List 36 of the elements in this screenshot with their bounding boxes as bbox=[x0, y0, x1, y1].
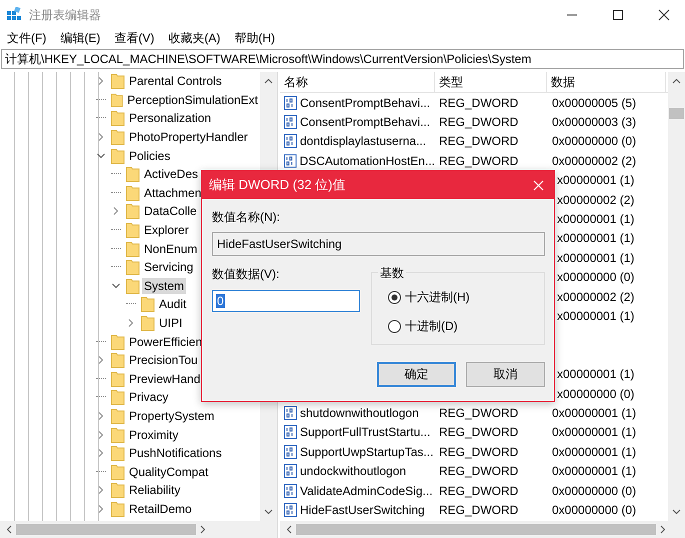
table-cell-text: 0x00000001 (1) bbox=[551, 406, 636, 420]
table-cell-text: REG_DWORD bbox=[438, 96, 520, 110]
table-cell: x00000001 (1) bbox=[557, 308, 634, 323]
table-cell: x00000000 (0) bbox=[557, 270, 634, 284]
table-cell-text: REG_DWORD bbox=[438, 425, 520, 440]
table-cell: x00000002 (2) bbox=[557, 192, 634, 207]
field-label: 数值名称(N): bbox=[212, 209, 281, 226]
table-cell: x00000001 (1) bbox=[557, 250, 634, 265]
table-cell-text: REG_DWORD bbox=[438, 444, 520, 459]
table-cell: x00000001 (1) bbox=[557, 367, 634, 382]
table-cell: x00000001 (1) bbox=[557, 231, 634, 246]
table-cell-text: REG_DWORD bbox=[438, 502, 520, 517]
table-cell-text: REG_DWORD bbox=[438, 406, 520, 420]
table-cell-text: 0x00000002 (2) bbox=[551, 154, 636, 168]
table-cell-text: 0x00000001 (1) bbox=[551, 464, 636, 478]
value-name-field: HideFastUserSwitching bbox=[212, 232, 545, 256]
table-cell-text: 0x00000001 (1) bbox=[551, 425, 636, 440]
window-title: 注册表编辑器 bbox=[29, 6, 101, 24]
dialog-title: 编辑 DWORD (32 位)值 bbox=[209, 176, 346, 194]
table-cell-text: 0x00000001 (1) bbox=[551, 444, 636, 459]
table-cell-text: 0x00000000 (0) bbox=[551, 484, 636, 498]
table-cell-text: 0x00000003 (3) bbox=[551, 115, 636, 130]
table-cell-text: 0x00000000 (0) bbox=[551, 502, 636, 517]
table-cell-text: 0x00000000 (0) bbox=[551, 134, 636, 148]
table-cell: x00000002 (2) bbox=[557, 290, 634, 304]
table-cell: x00000001 (1) bbox=[557, 173, 634, 188]
table-cell: x00000001 (1) bbox=[557, 212, 634, 226]
table-cell-text: REG_DWORD bbox=[438, 115, 520, 130]
table-cell-text: 0x00000005 (5) bbox=[551, 96, 636, 110]
table-cell-text: REG_DWORD bbox=[438, 464, 520, 478]
field-label: 数值数据(V): bbox=[212, 266, 280, 283]
group-label: 基数 bbox=[378, 265, 406, 282]
table-cell-text: REG_DWORD bbox=[438, 484, 520, 498]
table-cell-text: REG_DWORD bbox=[438, 134, 520, 148]
table-cell: x00000000 (0) bbox=[557, 386, 634, 401]
table-cell-text: REG_DWORD bbox=[438, 154, 520, 168]
